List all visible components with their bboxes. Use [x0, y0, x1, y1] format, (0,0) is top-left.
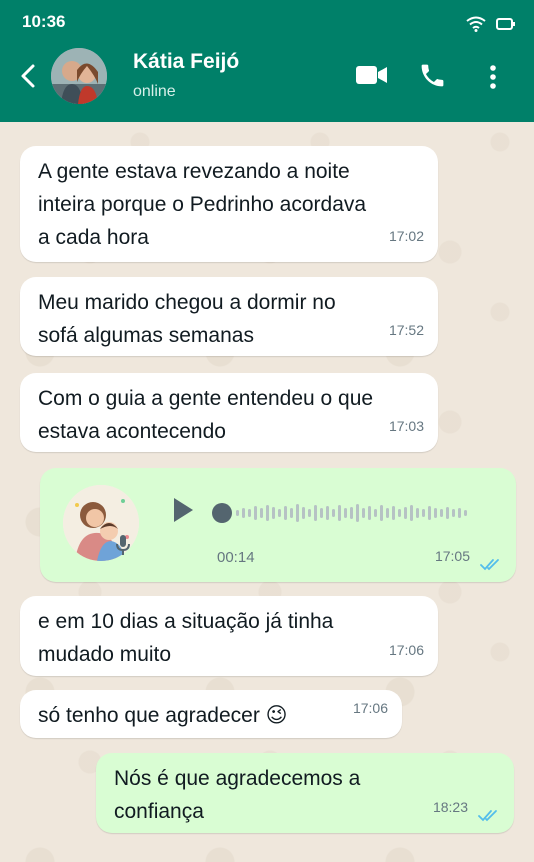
voice-waveform[interactable] [236, 500, 476, 526]
chat-area[interactable]: A gente estava revezando a noite inteira… [0, 122, 534, 862]
voice-message-bubble[interactable]: 00:14 17:05 [40, 468, 516, 582]
contact-avatar[interactable] [51, 48, 107, 104]
back-icon[interactable] [18, 62, 40, 90]
message-text-line: Meu marido chegou a dormir no [38, 291, 336, 314]
message-text-line: a cada hora [38, 226, 149, 249]
battery-icon [496, 18, 515, 30]
status-bar: 10:36 [0, 0, 534, 44]
message-time: 17:06 [388, 642, 424, 658]
message-text-line: sofá algumas semanas [38, 324, 254, 347]
message-text-line: estava acontecendo [38, 420, 226, 443]
play-icon[interactable] [172, 497, 194, 523]
voice-progress-handle[interactable] [212, 503, 232, 523]
message-text-line: Com o guia a gente entendeu o que [38, 387, 374, 410]
message-text-line: mudado muito [38, 643, 172, 666]
video-call-icon[interactable] [356, 64, 388, 86]
message-bubble-incoming[interactable]: Meu marido chegou a dormir no sofá algum… [20, 277, 438, 356]
more-icon[interactable] [489, 64, 497, 90]
message-time: 18:23 [432, 799, 468, 815]
message-text-line: só tenho que agradecer 😉 [38, 704, 288, 727]
message-time: 17:52 [388, 322, 424, 338]
message-time: 17:03 [388, 418, 424, 434]
chat-header: 10:36 Kátia Feijó online [0, 0, 534, 122]
status-icons [466, 16, 516, 32]
message-bubble-outgoing[interactable]: Nós é que agradecemos a confiança 18:23 [96, 753, 514, 833]
phone-icon[interactable] [418, 61, 447, 90]
contact-name[interactable]: Kátia Feijó [133, 50, 239, 74]
wifi-icon [466, 16, 486, 32]
voice-duration: 00:14 [217, 549, 255, 566]
message-text-line: inteira porque o Pedrinho acordava [38, 193, 367, 216]
read-ticks-icon [480, 559, 499, 571]
read-ticks-icon [478, 810, 497, 822]
contact-status: online [133, 83, 176, 100]
message-bubble-incoming[interactable]: e em 10 dias a situação já tinha mudado … [20, 596, 438, 676]
message-bubble-incoming[interactable]: Com o guia a gente entendeu o que estava… [20, 373, 438, 452]
status-time: 10:36 [22, 12, 66, 31]
message-time: 17:02 [388, 228, 424, 244]
microphone-icon [116, 535, 130, 555]
message-bubble-incoming[interactable]: só tenho que agradecer 😉 17:06 [20, 690, 402, 738]
message-time: 17:06 [352, 700, 388, 716]
message-bubble-incoming[interactable]: A gente estava revezando a noite inteira… [20, 146, 438, 262]
message-text-line: e em 10 dias a situação já tinha [38, 610, 334, 633]
message-time: 17:05 [434, 548, 470, 564]
message-text-line: A gente estava revezando a noite [38, 160, 350, 183]
